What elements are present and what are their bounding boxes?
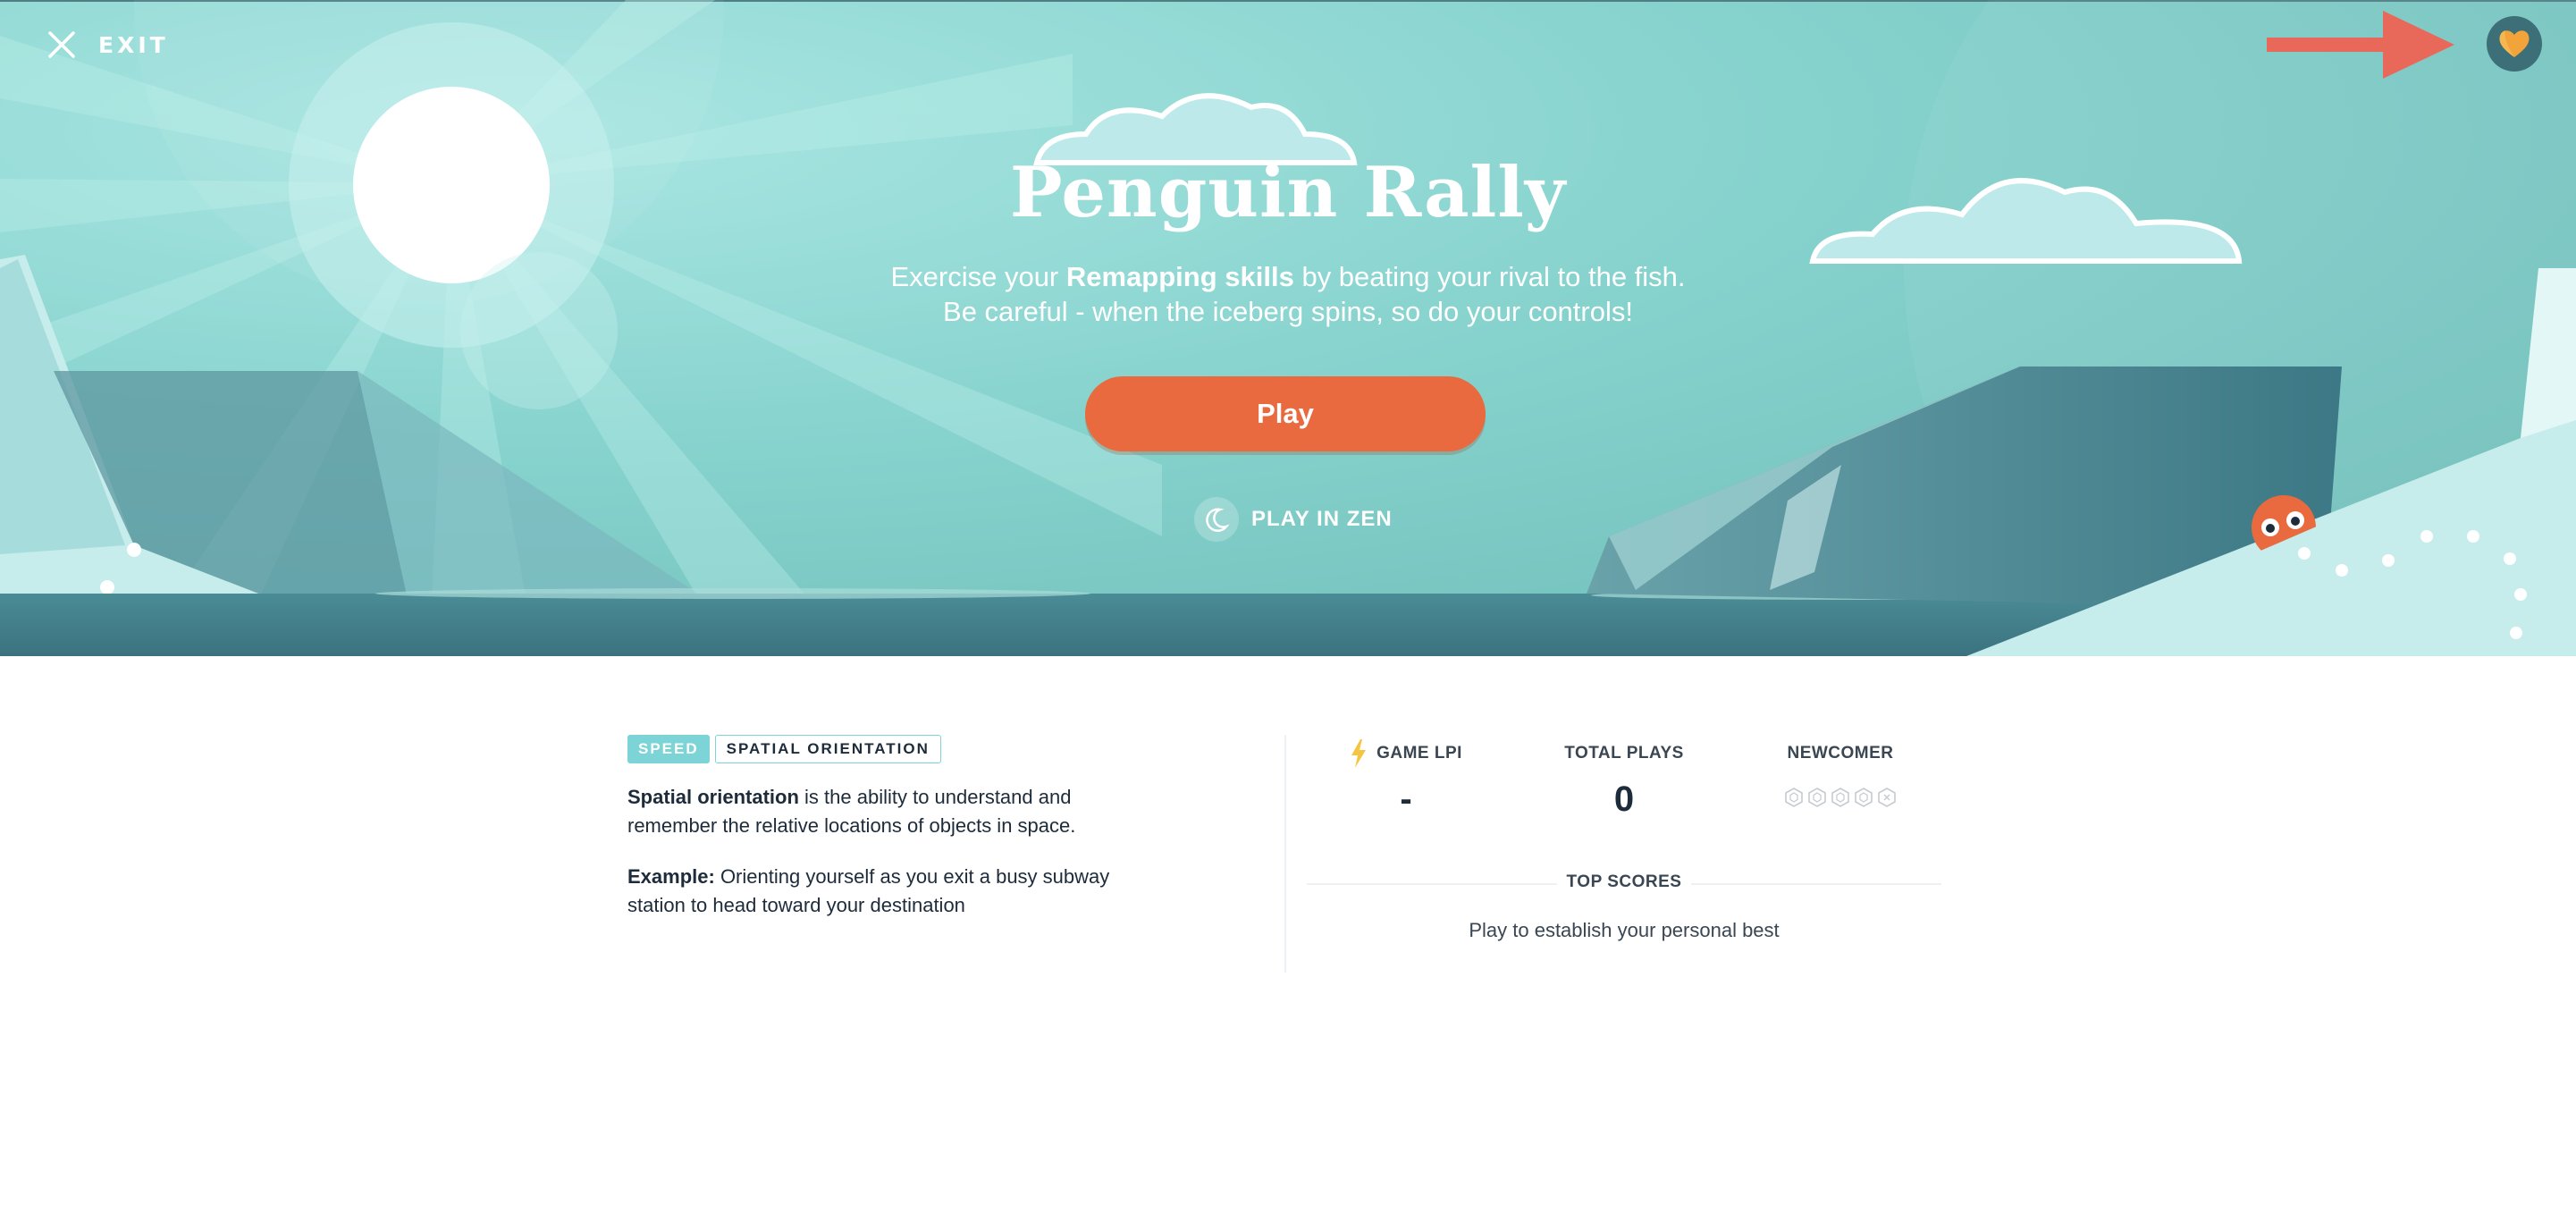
stat-game-lpi: GAME LPI - [1332, 739, 1480, 821]
game-description: Exercise your Remapping skills by beatin… [886, 259, 1690, 329]
favorite-button[interactable] [2487, 16, 2542, 72]
example-label: Example: [627, 865, 715, 888]
top-scores-header: TOP SCORES [1307, 872, 1941, 894]
stat-value-lpi: - [1400, 779, 1412, 819]
hexagon-icon [1831, 788, 1849, 807]
stat-total-plays: TOTAL PLAYS 0 [1543, 740, 1705, 821]
definition-term: Spatial orientation [627, 786, 799, 808]
annotation-arrow [2267, 11, 2454, 79]
zen-label: PLAY IN ZEN [1251, 507, 1393, 531]
skill-tags: SPEED SPATIAL ORIENTATION [627, 735, 941, 763]
lightning-icon [1350, 739, 1368, 768]
hexagon-icon [1785, 788, 1803, 807]
tag-spatial-orientation: SPATIAL ORIENTATION [714, 735, 941, 763]
exit-label: EXIT [98, 31, 169, 58]
play-button[interactable]: Play [1085, 376, 1486, 451]
skill-example: Example: Orienting yourself as you exit … [627, 863, 1164, 920]
description-prefix: Exercise your [890, 261, 1066, 292]
moon-icon [1194, 497, 1239, 542]
game-title: Penguin Rally [1009, 152, 1567, 233]
hexagon-icon [1855, 788, 1873, 807]
section-divider [1284, 735, 1286, 973]
divider-line [1691, 883, 1941, 885]
game-hero: EXIT Penguin Rally Exercise your Remappi… [0, 0, 2576, 656]
stat-label-level: NEWCOMER [1787, 744, 1894, 763]
hexagon-icon [1808, 788, 1826, 807]
stat-label-lpi: GAME LPI [1376, 744, 1462, 763]
tag-speed: SPEED [627, 735, 710, 763]
top-scores-label: TOP SCORES [1566, 872, 1682, 891]
close-icon [48, 31, 75, 58]
play-in-zen-button[interactable]: PLAY IN ZEN [1194, 497, 1393, 542]
description-skill: Remapping skills [1065, 261, 1294, 292]
stat-label-plays: TOTAL PLAYS [1564, 744, 1684, 763]
stat-level: NEWCOMER [1766, 740, 1915, 808]
top-scores-empty-message: Play to establish your personal best [1469, 919, 1780, 941]
level-badges [1766, 787, 1915, 808]
stat-value-plays: 0 [1613, 779, 1635, 819]
exit-button[interactable]: EXIT [46, 27, 169, 63]
hexagon-icon [1878, 788, 1896, 807]
heart-icon [2499, 30, 2530, 57]
skill-definition: Spatial orientation is the ability to un… [627, 783, 1164, 840]
